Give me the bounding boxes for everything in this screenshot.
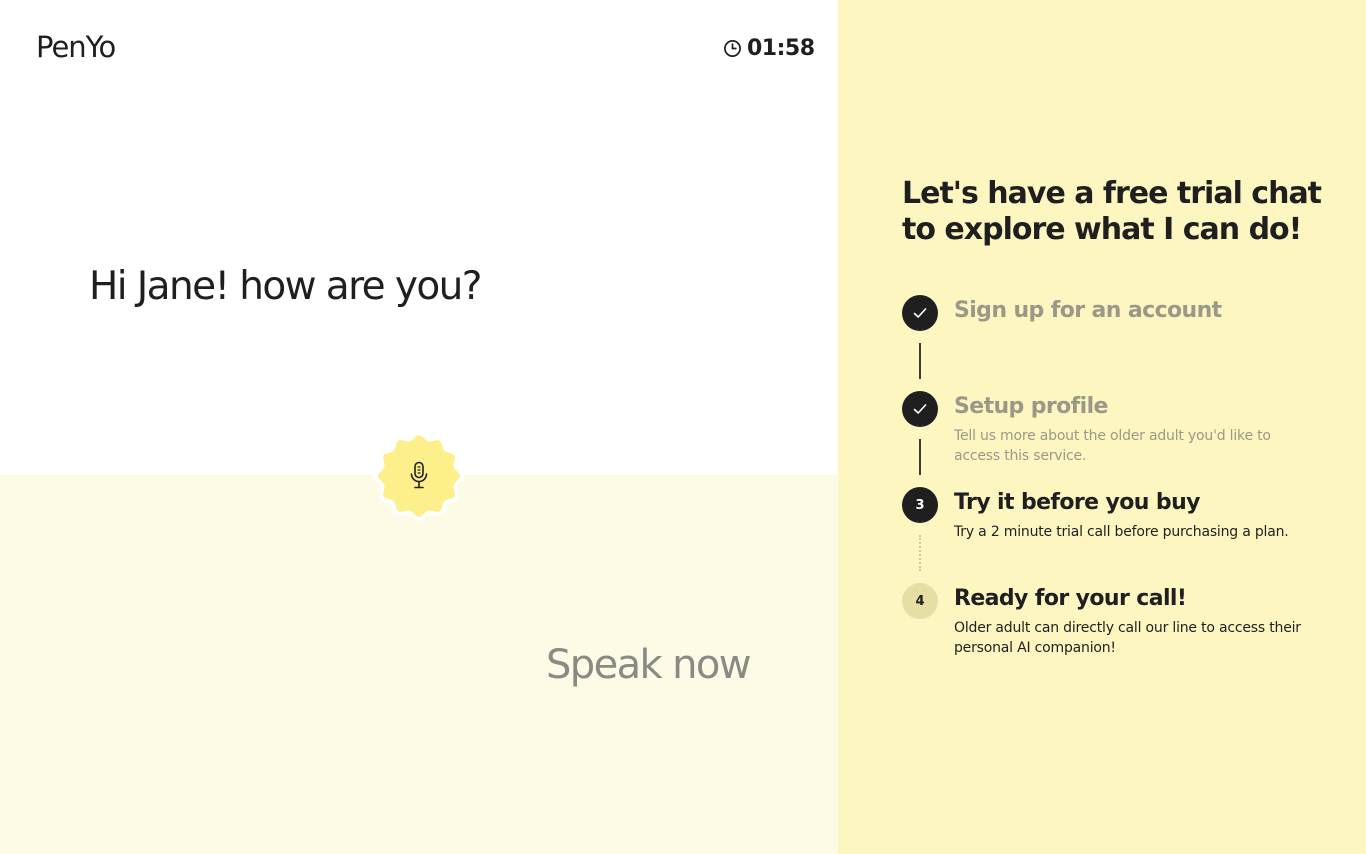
step-number: 3 xyxy=(902,487,938,523)
assistant-greeting: Hi Jane! how are you? xyxy=(89,264,482,309)
step-title: Try it before you buy xyxy=(954,490,1200,515)
step-number: 4 xyxy=(902,583,938,619)
step-description: Older adult can directly call our line t… xyxy=(954,620,1301,656)
step-title: Sign up for an account xyxy=(954,298,1222,323)
sidebar-title: Let's have a free trial chat to explore … xyxy=(902,176,1322,247)
clock-icon xyxy=(723,39,742,58)
logo-text: PenYo xyxy=(36,30,116,64)
timer-value: 01:58 xyxy=(747,35,815,61)
step-description: Tell us more about the older adult you'd… xyxy=(954,428,1271,464)
microphone-icon xyxy=(408,461,430,495)
step-connector xyxy=(919,439,921,475)
step-description: Try a 2 minute trial call before purchas… xyxy=(954,524,1289,540)
step-connector xyxy=(919,343,921,379)
check-icon xyxy=(902,391,938,427)
step-title: Ready for your call! xyxy=(954,586,1187,611)
check-icon xyxy=(902,295,938,331)
microphone-button[interactable] xyxy=(373,430,465,522)
step-title: Setup profile xyxy=(954,394,1108,419)
step-connector xyxy=(919,535,921,571)
penyo-logo[interactable]: PenYo xyxy=(36,30,116,64)
conversation-panel: PenYo 01:58 Hi Jane! how are you? Speak … xyxy=(0,0,838,854)
onboarding-sidebar: Let's have a free trial chat to explore … xyxy=(838,0,1366,854)
call-timer: 01:58 xyxy=(723,34,815,62)
speak-now-prompt: Speak now xyxy=(546,642,752,688)
